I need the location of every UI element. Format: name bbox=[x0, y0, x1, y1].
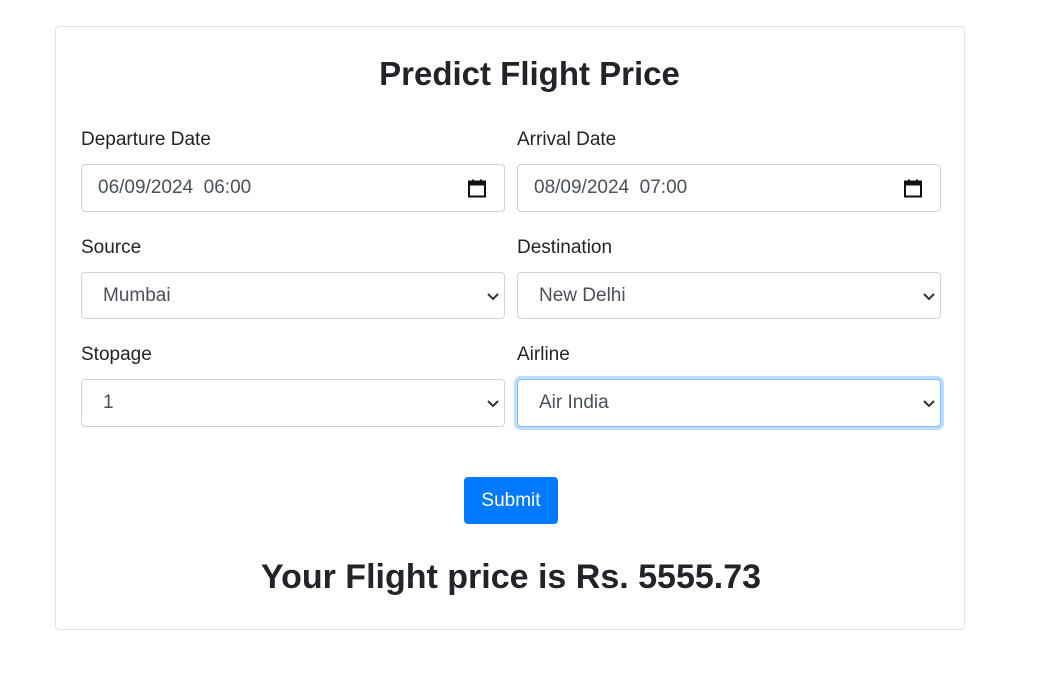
calendar-icon[interactable] bbox=[904, 179, 922, 198]
airline-select[interactable]: Air India bbox=[517, 379, 941, 427]
source-select[interactable]: Mumbai bbox=[81, 272, 505, 319]
chevron-down-icon bbox=[922, 289, 936, 303]
arrival-date-value: 08/09/2024 07:00 bbox=[534, 177, 688, 198]
submit-button[interactable]: Submit bbox=[464, 477, 558, 524]
destination-select[interactable]: New Delhi bbox=[517, 272, 941, 319]
chevron-down-icon bbox=[486, 289, 500, 303]
stopage-label: Stopage bbox=[81, 344, 152, 365]
stopage-selected-value: 1 bbox=[103, 392, 114, 413]
chevron-down-icon bbox=[486, 396, 500, 410]
form-card bbox=[55, 26, 965, 630]
departure-date-value: 06/09/2024 06:00 bbox=[98, 177, 252, 198]
departure-date-input[interactable]: 06/09/2024 06:00 bbox=[81, 164, 505, 212]
arrival-date-input[interactable]: 08/09/2024 07:00 bbox=[517, 164, 941, 212]
airline-selected-value: Air India bbox=[539, 392, 609, 413]
destination-label: Destination bbox=[517, 237, 613, 258]
page-title: Predict Flight Price bbox=[379, 55, 680, 92]
calendar-icon[interactable] bbox=[468, 179, 486, 198]
price-result: Your Flight price is Rs. 5555.73 bbox=[260, 558, 762, 596]
destination-selected-value: New Delhi bbox=[539, 284, 626, 306]
airline-label: Airline bbox=[517, 344, 570, 365]
stopage-select[interactable]: 1 bbox=[81, 379, 505, 427]
chevron-down-icon bbox=[922, 396, 936, 410]
departure-date-label: Departure Date bbox=[81, 129, 211, 150]
source-selected-value: Mumbai bbox=[103, 284, 171, 306]
source-label: Source bbox=[81, 237, 142, 258]
arrival-date-label: Arrival Date bbox=[517, 129, 617, 150]
